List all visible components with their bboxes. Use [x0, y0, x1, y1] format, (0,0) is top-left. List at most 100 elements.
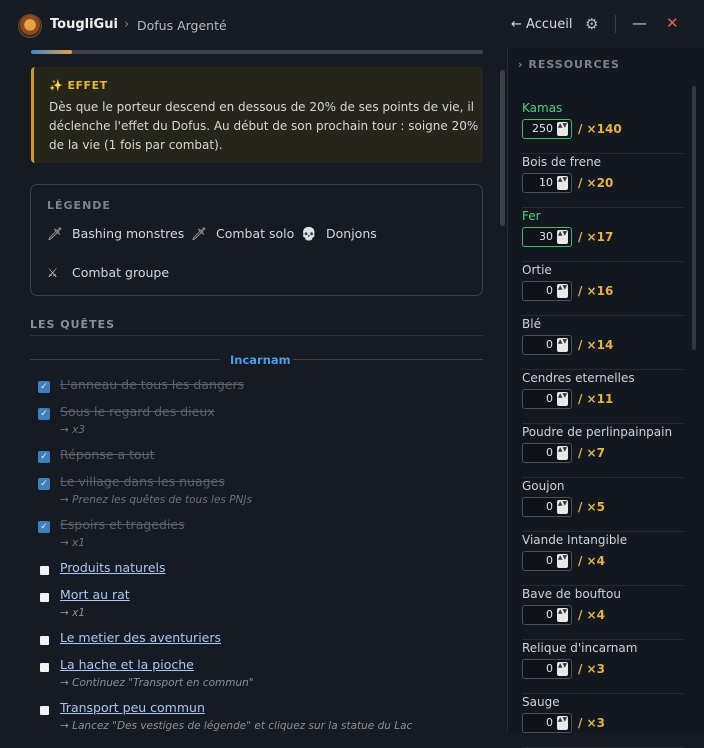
spinner-arrows-icon[interactable]: ▲▼	[557, 122, 568, 136]
quantity-stepper[interactable]: 0 ▲▼	[522, 551, 572, 571]
resource-item: Kamas 250 ▲▼ / ×140	[522, 100, 684, 154]
title-bar: TougliGui › Dofus Argenté ← Accueil ⚙ — …	[0, 0, 704, 48]
progress-bar	[31, 50, 483, 54]
resource-item: Blé 0 ▲▼ / ×14	[522, 316, 684, 370]
quest-note: → x1	[60, 607, 86, 619]
resource-item: Goujon 0 ▲▼ / ×5	[522, 478, 684, 532]
spinner-arrows-icon[interactable]: ▲▼	[557, 608, 568, 622]
checkbox-checked-icon[interactable]: ✓	[38, 478, 50, 490]
quantity-value[interactable]: 0	[546, 662, 553, 675]
quantity-value[interactable]: 0	[546, 554, 553, 567]
quantity-stepper[interactable]: 0 ▲▼	[522, 443, 572, 463]
quantity-stepper[interactable]: 30 ▲▼	[522, 227, 572, 247]
resource-target: / ×11	[578, 392, 614, 406]
checkbox-icon[interactable]	[40, 663, 49, 672]
spinner-arrows-icon[interactable]: ▲▼	[557, 500, 568, 514]
legend-item: 🗡 Bashing monstres	[47, 226, 184, 242]
scrollbar[interactable]	[692, 86, 696, 350]
checkbox-checked-icon[interactable]: ✓	[38, 451, 50, 463]
resources-title[interactable]: › RESSOURCES	[518, 58, 620, 71]
quest-name[interactable]: Mort au rat	[60, 587, 130, 602]
quest-name[interactable]: Transport peu commun	[60, 700, 205, 715]
spinner-arrows-icon[interactable]: ▲▼	[557, 338, 568, 352]
quantity-value[interactable]: 0	[546, 446, 553, 459]
checkbox-icon[interactable]	[40, 566, 49, 575]
spinner-arrows-icon[interactable]: ▲▼	[557, 446, 568, 460]
skull-icon: 💀	[301, 226, 317, 241]
spinner-arrows-icon[interactable]: ▲▼	[557, 662, 568, 676]
checkbox-checked-icon[interactable]: ✓	[38, 408, 50, 420]
close-icon[interactable]: ✕	[666, 14, 679, 32]
breadcrumb-separator-icon: ›	[124, 17, 130, 32]
legend-label: Combat groupe	[72, 265, 170, 280]
resource-item: Relique d'incarnam 0 ▲▼ / ×3	[522, 640, 684, 694]
resource-target: / ×5	[578, 500, 605, 514]
resource-item: Poudre de perlinpainpain 0 ▲▼ / ×7	[522, 424, 684, 478]
spinner-arrows-icon[interactable]: ▲▼	[557, 284, 568, 298]
quantity-value[interactable]: 0	[546, 392, 553, 405]
checkbox-icon[interactable]	[40, 706, 49, 715]
quest-note: → x1	[60, 537, 86, 549]
checkbox-icon[interactable]	[40, 636, 49, 645]
spinner-arrows-icon[interactable]: ▲▼	[557, 230, 568, 244]
quests-title: LES QUÊTES	[30, 318, 116, 331]
home-button[interactable]: ← Accueil	[511, 17, 572, 32]
quantity-stepper[interactable]: 0 ▲▼	[522, 281, 572, 301]
quantity-value[interactable]: 250	[532, 122, 553, 135]
quest-name: Le village dans les nuages	[60, 474, 225, 489]
checkbox-checked-icon[interactable]: ✓	[38, 521, 50, 533]
quantity-stepper[interactable]: 0 ▲▼	[522, 605, 572, 625]
resource-target: / ×20	[578, 176, 614, 190]
resource-target: / ×16	[578, 284, 614, 298]
quantity-stepper[interactable]: 0 ▲▼	[522, 713, 572, 733]
quantity-value[interactable]: 0	[546, 608, 553, 621]
quantity-value[interactable]: 0	[546, 716, 553, 729]
quantity-value[interactable]: 0	[546, 338, 553, 351]
quest-name[interactable]: La hache et la pioche	[60, 657, 194, 672]
quantity-value[interactable]: 10	[539, 176, 553, 189]
resource-item: Bave de bouftou 0 ▲▼ / ×4	[522, 586, 684, 640]
spinner-arrows-icon[interactable]: ▲▼	[557, 716, 568, 730]
resource-item: Sauge 0 ▲▼ / ×3	[522, 694, 684, 748]
quantity-value[interactable]: 30	[539, 230, 553, 243]
quantity-stepper[interactable]: 0 ▲▼	[522, 497, 572, 517]
resource-item: Bois de frene 10 ▲▼ / ×20	[522, 154, 684, 208]
legend-label: Bashing monstres	[72, 226, 185, 241]
resource-target: / ×7	[578, 446, 605, 460]
effect-text: Dès que le porteur descend en dessous de…	[49, 100, 479, 152]
quantity-stepper[interactable]: 0 ▲▼	[522, 659, 572, 679]
quantity-stepper[interactable]: 0 ▲▼	[522, 335, 572, 355]
resource-name: Fer	[522, 209, 541, 223]
spinner-arrows-icon[interactable]: ▲▼	[557, 554, 568, 568]
spinner-arrows-icon[interactable]: ▲▼	[557, 392, 568, 406]
effect-title: ✨ EFFET	[49, 79, 108, 92]
quest-note: → Continuez "Transport en commun"	[60, 677, 254, 689]
gear-icon[interactable]: ⚙	[585, 15, 598, 33]
minimize-icon[interactable]: —	[632, 14, 647, 32]
legend-item: 💀 Donjons	[301, 226, 377, 242]
resource-item: Cendres eternelles 0 ▲▼ / ×11	[522, 370, 684, 424]
crossed-swords-icon: ⚔	[47, 265, 59, 280]
quantity-stepper[interactable]: 10 ▲▼	[522, 173, 572, 193]
resource-target: / ×3	[578, 662, 605, 676]
quantity-value[interactable]: 0	[546, 284, 553, 297]
quantity-stepper[interactable]: 0 ▲▼	[522, 389, 572, 409]
resource-name: Goujon	[522, 479, 565, 493]
quest-name[interactable]: Le metier des aventuriers	[60, 630, 221, 645]
resource-name: Relique d'incarnam	[522, 641, 638, 655]
quantity-stepper[interactable]: 250 ▲▼	[522, 119, 572, 139]
effect-card: ✨ EFFET Dès que le porteur descend en de…	[31, 67, 483, 163]
quantity-value[interactable]: 0	[546, 500, 553, 513]
dagger-icon: 🗡	[47, 226, 63, 241]
resource-target: / ×14	[578, 338, 614, 352]
legend-label: Donjons	[326, 226, 377, 241]
progress-fill	[31, 50, 72, 54]
legend-label: Combat solo	[216, 226, 295, 241]
checkbox-checked-icon[interactable]: ✓	[38, 381, 50, 393]
quest-name[interactable]: Produits naturels	[60, 560, 166, 575]
resource-target: / ×4	[578, 554, 605, 568]
quest-note: → Lancez "Des vestiges de légende" et cl…	[60, 720, 413, 732]
checkbox-icon[interactable]	[40, 593, 49, 602]
spinner-arrows-icon[interactable]: ▲▼	[557, 176, 568, 190]
scrollbar[interactable]	[500, 70, 505, 226]
